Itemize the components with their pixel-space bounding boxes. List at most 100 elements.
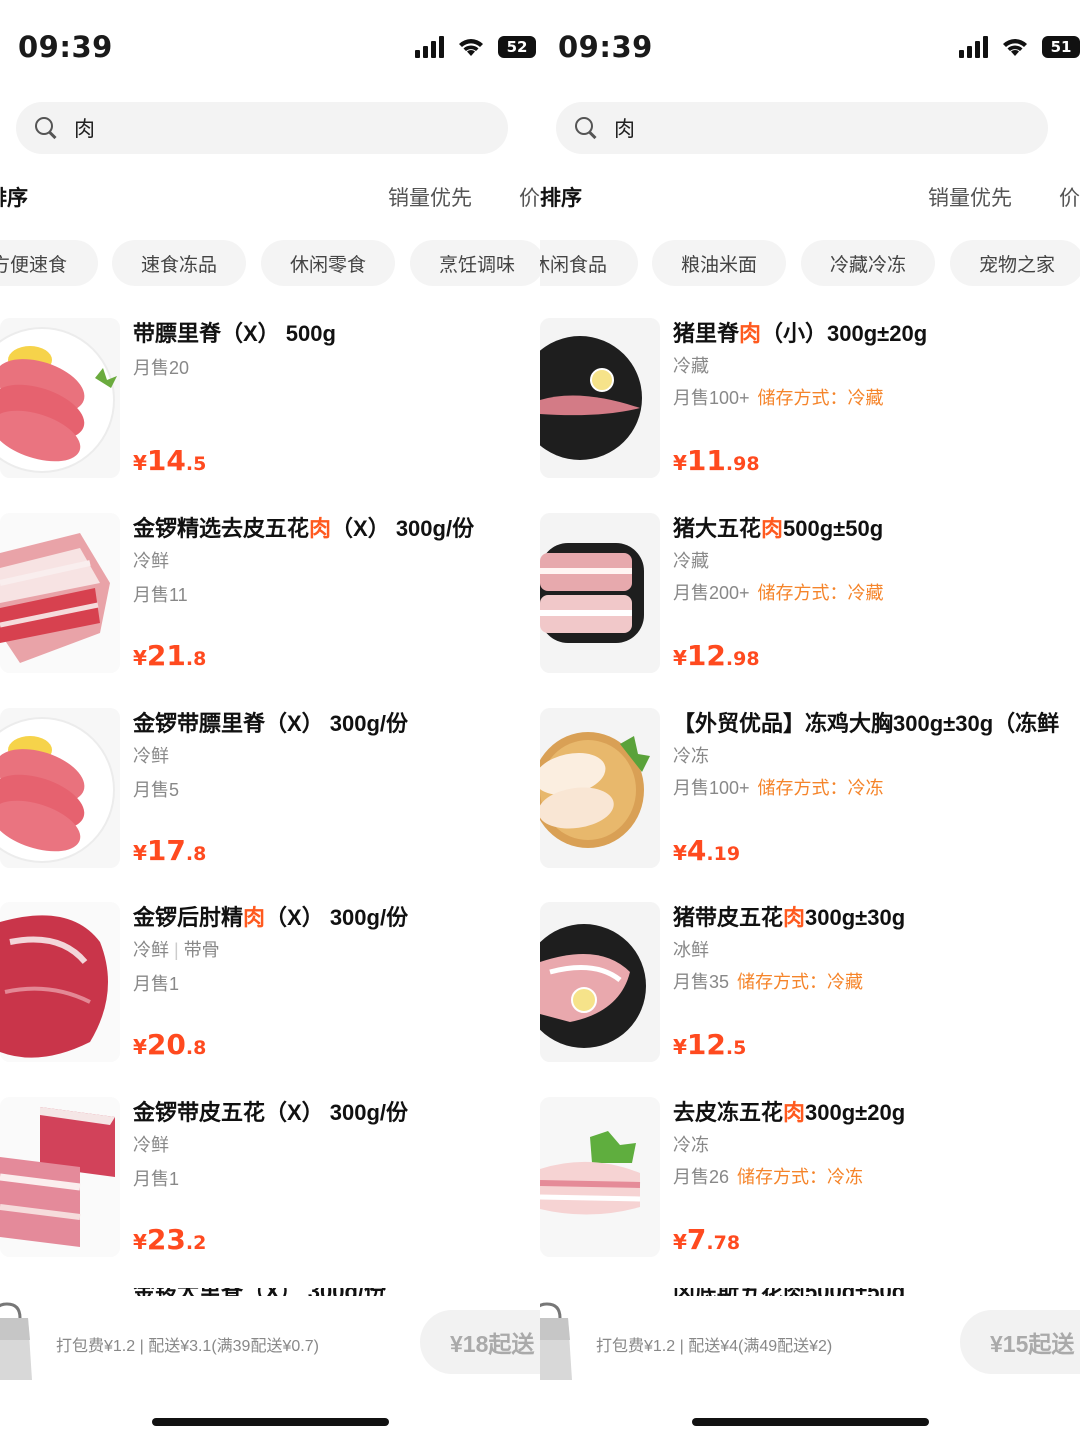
product-title: 去皮冻五花肉300g±20g bbox=[673, 1100, 906, 1125]
product-monthly-sales: 月售1 bbox=[133, 1169, 180, 1189]
product-item[interactable]: 猪带皮五花肉300g±30g 冰鲜 月售35 储存方式：冷藏 ¥12.5 bbox=[540, 900, 1080, 1070]
product-image bbox=[540, 1097, 660, 1257]
product-image bbox=[540, 902, 660, 1062]
search-input[interactable]: 肉 bbox=[556, 102, 1048, 154]
product-tag: 冷鲜 bbox=[133, 746, 169, 766]
product-price: ¥12.5 bbox=[673, 1028, 747, 1061]
product-price: ¥7.78 bbox=[673, 1223, 741, 1256]
battery-icon: 52 bbox=[498, 36, 536, 58]
category-chip[interactable]: 休闲食品 bbox=[540, 240, 638, 286]
wifi-icon bbox=[1000, 36, 1030, 58]
product-monthly-sales: 月售100+ 储存方式：冷藏 bbox=[673, 388, 884, 408]
product-image bbox=[540, 318, 660, 478]
min-order-button[interactable]: ¥15起送 bbox=[960, 1310, 1080, 1374]
status-bar: 09:39 52 bbox=[0, 0, 540, 100]
signal-icon bbox=[415, 36, 444, 58]
category-chip[interactable]: 速食冻品 bbox=[112, 240, 246, 286]
product-title: 【外贸优品】冻鸡大胸300g±30g（冻鲜 bbox=[673, 711, 1060, 736]
search-query: 肉 bbox=[74, 118, 95, 141]
delivery-fees: 打包费¥1.2 | 配送¥3.1(满39配送¥0.7) bbox=[56, 1338, 319, 1355]
cart-bar: 打包费¥1.2 | 配送¥3.1(满39配送¥0.7) ¥18起送 bbox=[0, 1296, 540, 1392]
product-tag: 冷冻 bbox=[673, 1135, 709, 1155]
product-monthly-sales: 月售200+ 储存方式：冷藏 bbox=[673, 583, 884, 603]
sort-default[interactable]: 排序 bbox=[0, 182, 28, 212]
product-monthly-sales: 月售35 储存方式：冷藏 bbox=[673, 972, 864, 992]
product-monthly-sales: 月售100+ 储存方式：冷冻 bbox=[673, 778, 884, 798]
category-chip[interactable]: 冷藏冷冻 bbox=[801, 240, 935, 286]
home-indicator[interactable] bbox=[152, 1418, 389, 1426]
sort-bar: 排序 销量优先 价排序 bbox=[0, 178, 540, 218]
product-item[interactable]: 金锣带皮五花（X） 300g/份 冷鲜 月售1 ¥23.2 bbox=[0, 1095, 540, 1265]
product-title: 猪大五花肉500g±50g bbox=[673, 516, 884, 541]
product-tag: 冰鲜 bbox=[673, 940, 709, 960]
sort-sales[interactable]: 销量优先 bbox=[388, 182, 472, 212]
battery-icon: 51 bbox=[1042, 36, 1080, 58]
product-item[interactable]: 金锣精选去皮五花肉（X） 300g/份 冷鲜 月售11 ¥21.8 bbox=[0, 511, 540, 681]
product-tag: 冷冻 bbox=[673, 746, 709, 766]
product-image bbox=[0, 708, 120, 868]
product-item[interactable]: 猪大五花肉500g±50g 冷藏 月售200+ 储存方式：冷藏 ¥12.98 bbox=[540, 511, 1080, 681]
home-indicator[interactable] bbox=[692, 1418, 929, 1426]
sort-price[interactable]: 价 bbox=[1059, 182, 1080, 212]
product-tag: 冷鲜 bbox=[133, 551, 169, 571]
sort-price[interactable]: 价排序 bbox=[519, 182, 540, 212]
product-title: 带膘里脊（X） 500g bbox=[133, 321, 336, 346]
product-price: ¥14.5 bbox=[133, 444, 207, 477]
status-bar: 09:39 51 bbox=[540, 0, 1080, 100]
product-item[interactable]: 猪里脊肉（小）300g±20g 冷藏 月售100+ 储存方式：冷藏 ¥11.98 bbox=[540, 316, 1080, 486]
product-image bbox=[0, 1097, 120, 1257]
product-price: ¥4.19 bbox=[673, 834, 741, 867]
product-monthly-sales: 月售11 bbox=[133, 585, 188, 605]
product-tag: 冷藏 bbox=[673, 551, 709, 571]
product-price: ¥12.98 bbox=[673, 639, 760, 672]
product-image bbox=[540, 708, 660, 868]
product-monthly-sales: 月售26 储存方式：冷冻 bbox=[673, 1167, 864, 1187]
product-tag: 冷鲜 | 带骨 bbox=[133, 940, 220, 960]
product-image bbox=[0, 318, 120, 478]
search-query: 肉 bbox=[614, 118, 635, 141]
product-image bbox=[540, 513, 660, 673]
sort-default[interactable]: 价排序 bbox=[540, 182, 582, 212]
left-screenshot: 09:39 52 肉 排序 销量优先 价排序 方便速食 速食冻品 休闲零食 烹饪… bbox=[0, 0, 540, 1440]
product-title: 猪里脊肉（小）300g±20g bbox=[673, 321, 928, 346]
category-chip[interactable]: 休闲零食 bbox=[261, 240, 395, 286]
product-price: ¥17.8 bbox=[133, 834, 207, 867]
product-price: ¥21.8 bbox=[133, 639, 207, 672]
cart-bar: 打包费¥1.2 | 配送¥4(满49配送¥2) ¥15起送 bbox=[540, 1296, 1080, 1392]
search-icon bbox=[574, 116, 598, 140]
product-item[interactable]: 带膘里脊（X） 500g 月售20 ¥14.5 bbox=[0, 316, 540, 486]
signal-icon bbox=[959, 36, 988, 58]
shopping-bag-icon[interactable] bbox=[0, 1300, 34, 1382]
wifi-icon bbox=[456, 36, 486, 58]
product-title: 金锣后肘精肉（X） 300g/份 bbox=[133, 905, 409, 930]
delivery-fees: 打包费¥1.2 | 配送¥4(满49配送¥2) bbox=[596, 1338, 833, 1355]
status-time: 09:39 bbox=[558, 30, 653, 64]
product-item[interactable]: 去皮冻五花肉300g±20g 冷冻 月售26 储存方式：冷冻 ¥7.78 bbox=[540, 1095, 1080, 1265]
product-image bbox=[0, 902, 120, 1062]
product-item[interactable]: 金锣后肘精肉（X） 300g/份 冷鲜 | 带骨 月售1 ¥20.8 bbox=[0, 900, 540, 1070]
product-monthly-sales: 月售5 bbox=[133, 780, 180, 800]
shopping-bag-icon[interactable] bbox=[540, 1300, 574, 1382]
product-title: 金锣带皮五花（X） 300g/份 bbox=[133, 1100, 409, 1125]
sort-bar: 价排序 销量优先 价 bbox=[540, 178, 1080, 218]
product-price: ¥23.2 bbox=[133, 1223, 207, 1256]
category-chip[interactable]: 宠物之家 bbox=[950, 240, 1080, 286]
product-monthly-sales: 月售20 bbox=[133, 358, 190, 378]
search-input[interactable]: 肉 bbox=[16, 102, 508, 154]
category-chip[interactable]: 烹饪调味 bbox=[410, 240, 540, 286]
product-tag: 冷鲜 bbox=[133, 1135, 169, 1155]
product-title: 猪带皮五花肉300g±30g bbox=[673, 905, 906, 930]
product-title: 金锣带膘里脊（X） 300g/份 bbox=[133, 711, 409, 736]
category-chips: 方便速食 速食冻品 休闲零食 烹饪调味 bbox=[0, 240, 540, 288]
product-item[interactable]: 【外贸优品】冻鸡大胸300g±30g（冻鲜 冷冻 月售100+ 储存方式：冷冻 ¥… bbox=[540, 706, 1080, 876]
category-chips: 休闲食品 粮油米面 冷藏冷冻 宠物之家 bbox=[540, 240, 1080, 288]
status-time: 09:39 bbox=[18, 30, 113, 64]
product-image bbox=[0, 513, 120, 673]
right-screenshot: 09:39 51 肉 价排序 销量优先 价 休闲食品 粮油米面 冷藏冷冻 宠物之… bbox=[540, 0, 1080, 1440]
min-order-button[interactable]: ¥18起送 bbox=[420, 1310, 540, 1374]
category-chip[interactable]: 粮油米面 bbox=[652, 240, 786, 286]
sort-sales[interactable]: 销量优先 bbox=[928, 182, 1012, 212]
product-item[interactable]: 金锣带膘里脊（X） 300g/份 冷鲜 月售5 ¥17.8 bbox=[0, 706, 540, 876]
product-price: ¥11.98 bbox=[673, 444, 760, 477]
category-chip[interactable]: 方便速食 bbox=[0, 240, 98, 286]
